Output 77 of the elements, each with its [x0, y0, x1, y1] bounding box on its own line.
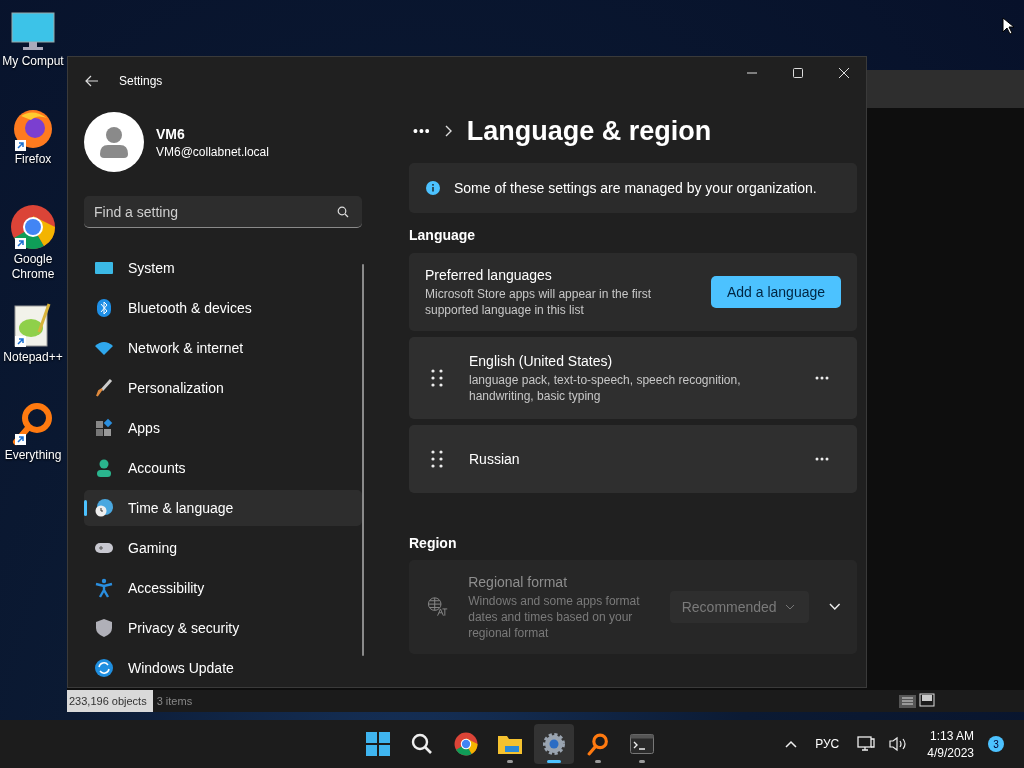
- magnifier-icon: [586, 732, 610, 756]
- avatar-icon[interactable]: [84, 112, 144, 172]
- chevron-right-icon: [444, 125, 453, 137]
- more-options-icon[interactable]: [815, 457, 829, 461]
- windows-logo-icon: [366, 732, 390, 756]
- desktop-icon-label[interactable]: Everything: [2, 448, 64, 463]
- nav-item[interactable]: Accessibility: [84, 570, 362, 606]
- nav-item[interactable]: Gaming: [84, 530, 362, 566]
- desktop-icon-label[interactable]: Notepad++: [2, 350, 64, 365]
- view-mode-icon[interactable]: [898, 693, 936, 709]
- desktop-icon-label[interactable]: Firefox: [2, 152, 64, 167]
- accessibility-icon: [94, 578, 114, 598]
- page-title: Language & region: [466, 115, 712, 147]
- more-options-icon[interactable]: [815, 376, 829, 380]
- user-email: VM6@collabnet.local: [156, 144, 269, 159]
- nav-item[interactable]: System: [84, 250, 362, 286]
- monitor-icon[interactable]: [11, 12, 55, 52]
- clock-date[interactable]: 4/9/2023: [927, 745, 974, 760]
- shield-icon: [94, 618, 114, 638]
- search-icon[interactable]: [337, 206, 349, 218]
- card-title: Preferred languages: [425, 266, 553, 283]
- bluetooth-icon: [94, 298, 114, 318]
- network-icon[interactable]: [857, 735, 876, 753]
- apps-grid-icon: [94, 418, 114, 438]
- card-title: Regional format: [468, 573, 569, 590]
- status-text: 233,196 objects: [67, 690, 153, 712]
- more-breadcrumb-button[interactable]: •••: [413, 123, 431, 139]
- drag-handle-icon[interactable]: [431, 450, 443, 468]
- language-name: Russian: [469, 451, 521, 467]
- language-card[interactable]: Russian: [409, 425, 857, 493]
- search-icon: [411, 733, 433, 755]
- globe-clock-icon: [94, 498, 114, 518]
- chevron-up-icon[interactable]: [785, 740, 798, 748]
- clock-time[interactable]: 1:13 AM: [929, 728, 974, 743]
- section-heading: Language: [409, 227, 477, 243]
- info-icon: [426, 181, 440, 195]
- nav-item[interactable]: Apps: [84, 410, 362, 446]
- nav-item[interactable]: Privacy & security: [84, 610, 362, 646]
- back-arrow-icon[interactable]: [85, 75, 99, 87]
- input-language-indicator[interactable]: РУС: [815, 737, 840, 751]
- card-description: Windows and some apps format dates and times based on your regional format: [468, 592, 641, 641]
- chrome-icon: [454, 732, 478, 756]
- card-description: Microsoft Store apps will appear in the first supported language in this list: [425, 285, 653, 318]
- section-heading: Region: [409, 535, 458, 551]
- desktop-icon-label[interactable]: My Comput: [2, 54, 64, 69]
- folder-icon: [497, 733, 523, 755]
- language-card[interactable]: English (United States) language pack, text-to-speech, speech recognition, handwriting, basic typing: [409, 337, 857, 419]
- desktop-icon-label[interactable]: Google Chrome: [2, 252, 64, 282]
- language-name: English (United States): [469, 352, 614, 369]
- info-message: Some of these settings are managed by your organization.: [454, 180, 817, 196]
- window-title: Settings: [119, 74, 163, 88]
- refresh-icon: [94, 658, 114, 678]
- close-icon[interactable]: [838, 67, 850, 79]
- chrome-icon[interactable]: [10, 204, 56, 250]
- mouse-cursor-icon: [1002, 17, 1014, 35]
- nav-item[interactable]: Accounts: [84, 450, 362, 486]
- taskbar-app-button[interactable]: [534, 724, 574, 764]
- terminal-icon: [630, 734, 654, 754]
- notification-count[interactable]: 3: [988, 736, 1004, 752]
- status-text: 3 items: [155, 695, 194, 707]
- settings-icon: [542, 732, 566, 756]
- nav-item[interactable]: Time & language: [84, 490, 362, 526]
- nav-item[interactable]: Personalization: [84, 370, 362, 406]
- nav-item[interactable]: Network & internet: [84, 330, 362, 366]
- language-features: language pack, text-to-speech, speech recognition, handwriting, basic typing: [469, 371, 742, 404]
- maximize-icon[interactable]: [792, 67, 804, 79]
- chevron-down-icon: [785, 604, 796, 610]
- volume-icon[interactable]: [889, 736, 908, 752]
- paintbrush-icon: [94, 378, 114, 398]
- search-field[interactable]: Find a setting: [84, 196, 362, 228]
- user-name: VM6: [156, 125, 186, 142]
- language-globe-icon: [427, 596, 449, 618]
- person-icon: [94, 458, 114, 478]
- drag-handle-icon[interactable]: [431, 369, 443, 387]
- nav-item[interactable]: Bluetooth & devices: [84, 290, 362, 326]
- nav-item[interactable]: Windows Update: [84, 650, 362, 686]
- add-language-button[interactable]: Add a language: [711, 276, 841, 308]
